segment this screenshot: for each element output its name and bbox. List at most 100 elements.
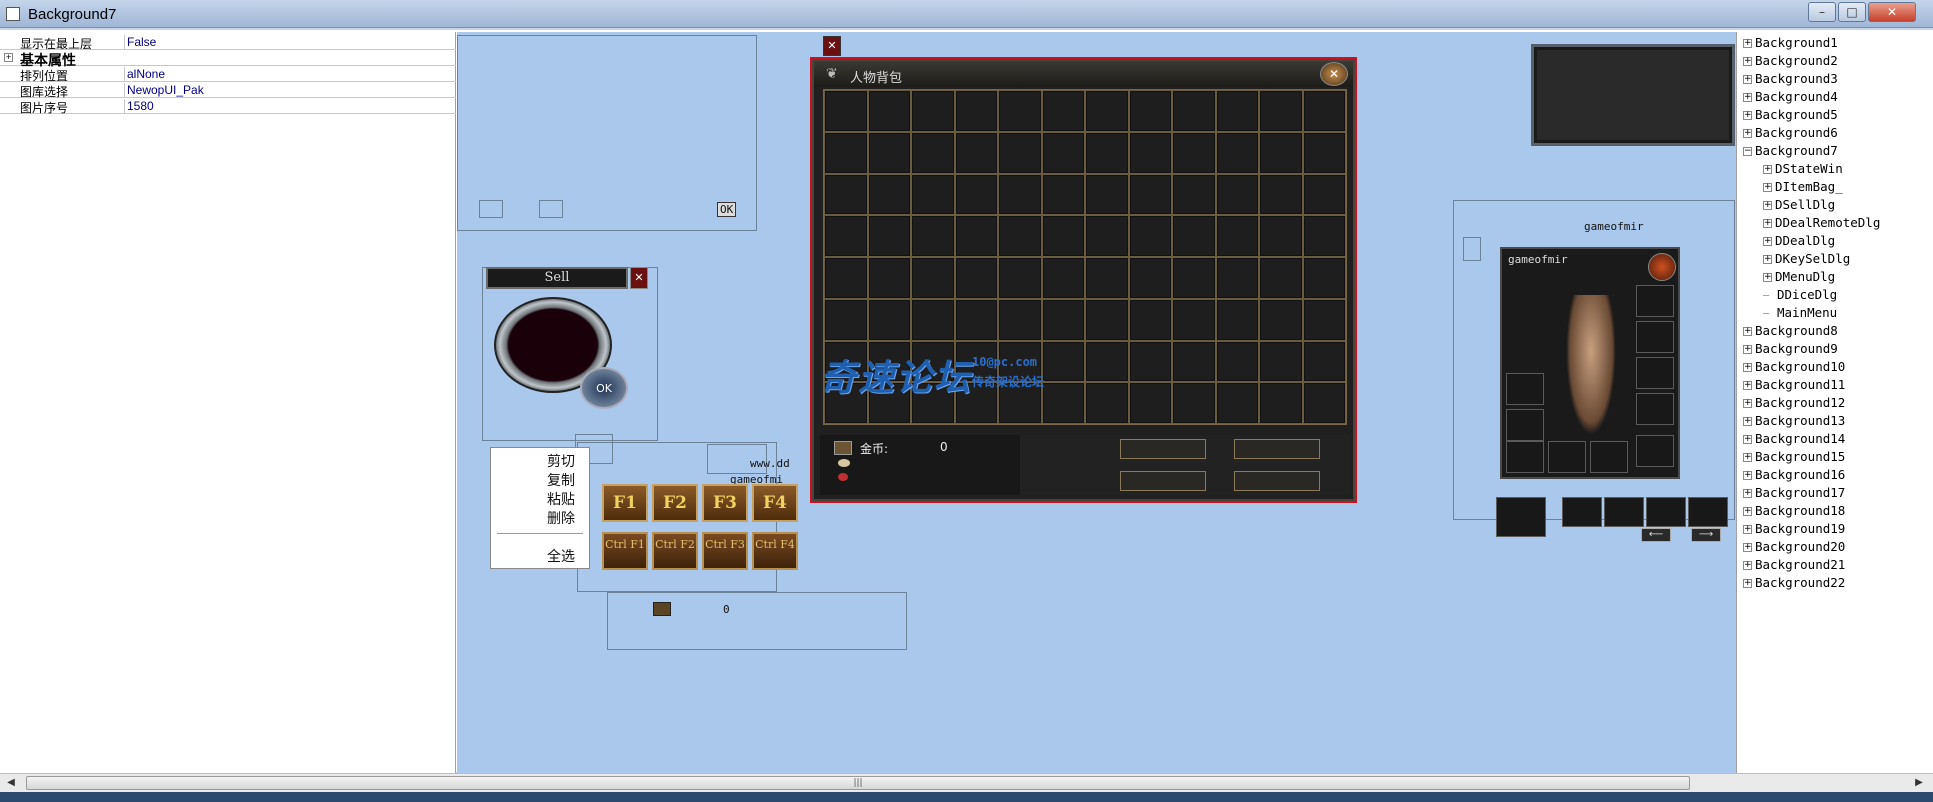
tree-item[interactable]: + Background20 bbox=[1743, 538, 1845, 556]
tree-item[interactable]: + DMenuDlg bbox=[1763, 268, 1835, 286]
bag-cell[interactable] bbox=[1128, 382, 1172, 424]
bag-cell[interactable] bbox=[1302, 90, 1346, 132]
tree-item[interactable]: + DDealDlg bbox=[1763, 232, 1835, 250]
bag-cell[interactable] bbox=[1172, 215, 1216, 257]
prop-value[interactable]: False bbox=[124, 35, 156, 50]
arrow-left-icon[interactable]: ⟵ bbox=[1641, 528, 1671, 542]
bag-cell[interactable] bbox=[1085, 215, 1129, 257]
bag-cell[interactable] bbox=[911, 298, 955, 341]
tree-item[interactable]: + DItemBag_ bbox=[1763, 178, 1843, 196]
component-tree[interactable]: + Background1 + Background2 + Background3 + Bac… bbox=[1736, 32, 1933, 774]
f2-key[interactable]: F2 bbox=[652, 484, 698, 522]
bag-cell[interactable] bbox=[954, 90, 998, 132]
bag-cell[interactable] bbox=[1085, 257, 1129, 299]
expand-icon[interactable]: + bbox=[1743, 417, 1752, 426]
bag-cell[interactable] bbox=[824, 257, 868, 299]
sell-dialog[interactable]: Sell ✕ OK bbox=[482, 267, 658, 441]
bag-cell[interactable] bbox=[1172, 382, 1216, 424]
bag-cell[interactable] bbox=[1172, 90, 1216, 132]
tree-item[interactable]: + DDealRemoteDlg bbox=[1763, 214, 1880, 232]
scroll-thumb[interactable]: ||| bbox=[26, 776, 1690, 790]
dark-frame-panel[interactable] bbox=[1531, 44, 1735, 146]
prop-row[interactable]: 显示在最上层 False bbox=[0, 34, 456, 51]
sell-ok-button[interactable]: OK bbox=[580, 367, 628, 409]
bag-cell[interactable] bbox=[1128, 215, 1172, 257]
tree-item[interactable]: + DSellDlg bbox=[1763, 196, 1835, 214]
tree-item[interactable]: + Background11 bbox=[1743, 376, 1845, 394]
expand-icon[interactable]: + bbox=[1743, 507, 1752, 516]
expand-icon[interactable]: + bbox=[1743, 525, 1752, 534]
expand-icon[interactable]: + bbox=[1743, 381, 1752, 390]
expand-icon[interactable]: + bbox=[1743, 471, 1752, 480]
f3-key[interactable]: F3 bbox=[702, 484, 748, 522]
bag-cell[interactable] bbox=[1302, 173, 1346, 216]
bag-cell[interactable] bbox=[954, 298, 998, 341]
expand-icon[interactable]: + bbox=[1743, 399, 1752, 408]
bag-cell[interactable] bbox=[1172, 257, 1216, 299]
bag-cell[interactable] bbox=[1215, 340, 1259, 383]
bag-cell[interactable] bbox=[998, 173, 1042, 216]
f4-key[interactable]: F4 bbox=[752, 484, 798, 522]
bag-cell[interactable] bbox=[1041, 173, 1085, 216]
close-button[interactable]: ✕ bbox=[1868, 2, 1916, 22]
expand-icon[interactable]: + bbox=[1743, 93, 1752, 102]
tree-item[interactable]: + Background17 bbox=[1743, 484, 1845, 502]
bag-cell[interactable] bbox=[824, 90, 868, 132]
tree-item[interactable]: + Background16 bbox=[1743, 466, 1845, 484]
tree-item[interactable]: + Background12 bbox=[1743, 394, 1845, 412]
expand-icon[interactable]: + bbox=[1743, 39, 1752, 48]
emblem-icon[interactable] bbox=[1648, 253, 1676, 281]
expand-icon[interactable]: + bbox=[1743, 543, 1752, 552]
equip-slot[interactable] bbox=[1636, 285, 1674, 317]
outline-panel[interactable] bbox=[607, 592, 907, 650]
bag-slot-box[interactable] bbox=[1120, 471, 1206, 491]
bag-cell[interactable] bbox=[1041, 90, 1085, 132]
tree-item[interactable]: + Background4 bbox=[1743, 88, 1838, 106]
bag-cell[interactable] bbox=[1128, 173, 1172, 216]
bag-cell[interactable] bbox=[1085, 173, 1129, 216]
tree-item[interactable]: + Background15 bbox=[1743, 448, 1845, 466]
tree-item[interactable]: + Background5 bbox=[1743, 106, 1838, 124]
expand-icon[interactable]: + bbox=[1763, 237, 1772, 246]
bag-cell[interactable] bbox=[1259, 131, 1303, 174]
f1-key[interactable]: F1 bbox=[602, 484, 648, 522]
equip-slot[interactable] bbox=[1636, 435, 1674, 467]
tree-item[interactable]: + Background19 bbox=[1743, 520, 1845, 538]
bag-cell[interactable] bbox=[824, 298, 868, 341]
bag-cell[interactable] bbox=[1085, 90, 1129, 132]
expand-icon[interactable]: + bbox=[1743, 57, 1752, 66]
bag-cell[interactable] bbox=[1259, 340, 1303, 383]
tree-item[interactable]: + Background21 bbox=[1743, 556, 1845, 574]
bag-cell[interactable] bbox=[1259, 257, 1303, 299]
bag-cell[interactable] bbox=[1215, 298, 1259, 341]
close-icon[interactable]: ✕ bbox=[823, 36, 841, 56]
bag-cell[interactable] bbox=[824, 215, 868, 257]
expand-icon[interactable]: + bbox=[1743, 489, 1752, 498]
bag-cell[interactable] bbox=[1041, 215, 1085, 257]
sell-close-icon[interactable]: ✕ bbox=[630, 267, 648, 289]
tree-item[interactable]: + Background13 bbox=[1743, 412, 1845, 430]
bag-cell[interactable] bbox=[824, 131, 868, 174]
expand-icon[interactable]: + bbox=[1743, 453, 1752, 462]
bag-cell[interactable] bbox=[1172, 173, 1216, 216]
tree-item[interactable]: + Background14 bbox=[1743, 430, 1845, 448]
equip-slot[interactable] bbox=[1506, 409, 1544, 441]
expand-icon[interactable]: + bbox=[1763, 219, 1772, 228]
character-window[interactable]: gameofmir bbox=[1500, 247, 1680, 479]
placeholder-box[interactable] bbox=[479, 200, 503, 218]
bag-cell[interactable] bbox=[954, 257, 998, 299]
collapse-icon[interactable]: − bbox=[1743, 147, 1752, 156]
bag-cell[interactable] bbox=[1259, 382, 1303, 424]
bag-cell[interactable] bbox=[1128, 90, 1172, 132]
bag-cell[interactable] bbox=[1128, 298, 1172, 341]
tree-item[interactable]: + Background2 bbox=[1743, 52, 1838, 70]
bag-cell[interactable] bbox=[1215, 90, 1259, 132]
bag-cell[interactable] bbox=[1085, 340, 1129, 383]
bag-cell[interactable] bbox=[911, 215, 955, 257]
equip-slot[interactable] bbox=[1562, 497, 1602, 527]
expand-icon[interactable]: + bbox=[1743, 345, 1752, 354]
bag-cell[interactable] bbox=[1172, 298, 1216, 341]
expand-icon[interactable]: + bbox=[1763, 273, 1772, 282]
equip-slot[interactable] bbox=[1636, 321, 1674, 353]
item-bag-window[interactable]: ❦ 人物背包 ✕ 金币: 0 奇速论坛 10@pc.com 传奇架设论坛 bbox=[810, 57, 1357, 503]
